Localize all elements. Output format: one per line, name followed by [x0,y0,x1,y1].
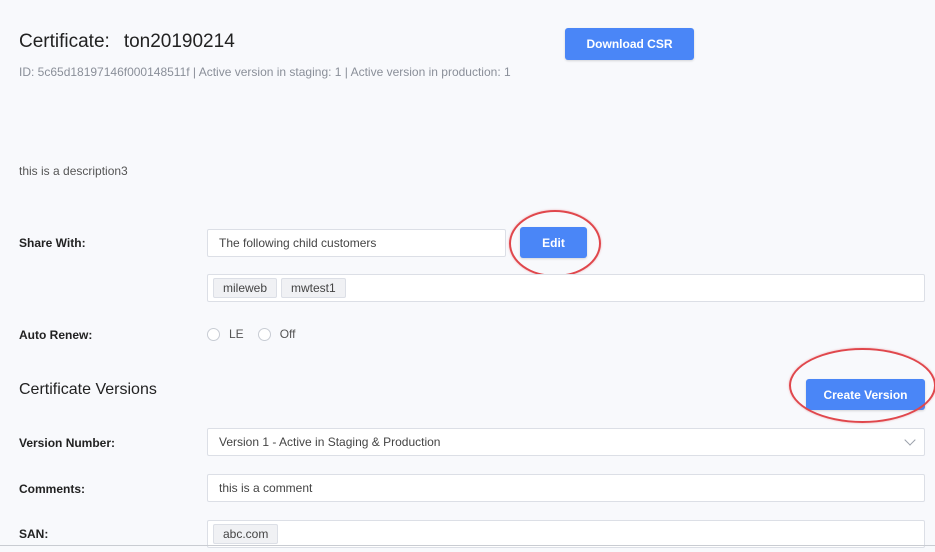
page-title: Certificate: ton20190214 [19,31,235,53]
share-tags-field[interactable]: mileweb mwtest1 [207,274,925,302]
san-tag[interactable]: abc.com [213,524,279,544]
auto-renew-label: Auto Renew: [19,328,92,342]
share-tag[interactable]: mwtest1 [281,278,346,298]
share-with-value: The following child customers [219,236,377,250]
share-with-field[interactable]: The following child customers [207,229,506,257]
certificate-name: ton20190214 [123,31,235,52]
certificate-detail-page: Certificate: ton20190214 ID: 5c65d181971… [0,0,935,552]
share-with-colon: : [81,236,86,250]
share-with-label: Share With: [19,236,86,250]
radio-label-off: Off [279,327,296,341]
download-csr-button[interactable]: Download CSR [565,28,694,60]
radio-circle[interactable] [257,327,271,341]
comments-field[interactable]: this is a comment [207,474,925,502]
version-number-label-text: Version Number [19,436,112,450]
auto-renew-radio-group: LE Off [207,327,309,341]
auto-renew-label-text: Auto Renew [19,328,89,342]
radio-label-le: LE [229,327,244,341]
version-number-select[interactable]: Version 1 - Active in Staging & Producti… [207,428,925,456]
san-field[interactable]: abc.com [207,520,925,548]
create-version-button[interactable]: Create Version [806,379,925,410]
san-colon: : [44,527,49,541]
comments-label-text: Comments [19,482,82,496]
comments-label: Comments: [19,482,85,496]
certificate-title-label: Certificate: [19,31,110,52]
radio-option-off[interactable]: Off [257,327,296,341]
share-tag[interactable]: mileweb [213,278,278,298]
version-number-colon: : [111,436,116,450]
chevron-down-icon [904,434,916,446]
certificate-meta: ID: 5c65d18197146f000148511f | Active ve… [19,65,511,79]
version-number-label: Version Number: [19,436,115,450]
comments-colon: : [81,482,86,496]
radio-option-le[interactable]: LE [207,327,244,341]
san-label: SAN: [19,527,48,541]
certificate-description: this is a description3 [19,164,128,178]
certificate-versions-heading: Certificate Versions [19,381,157,398]
divider [0,545,935,546]
edit-button[interactable]: Edit [520,227,587,258]
san-label-text: SAN [19,527,45,541]
share-with-label-text: Share With [19,236,82,250]
radio-circle[interactable] [207,327,220,341]
auto-renew-colon: : [88,328,93,342]
version-number-value: Version 1 - Active in Staging & Producti… [219,435,441,449]
comments-value: this is a comment [219,481,313,495]
